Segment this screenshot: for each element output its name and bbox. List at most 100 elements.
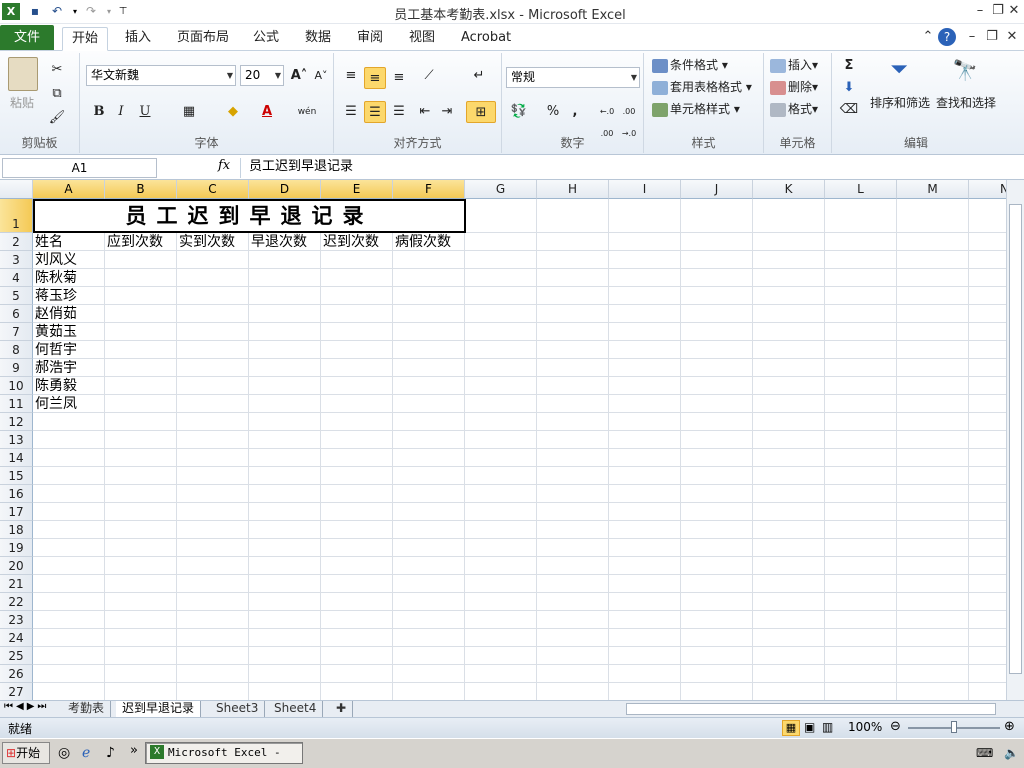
column-header-B[interactable]: B bbox=[105, 180, 177, 199]
row-header-22[interactable]: 22 bbox=[0, 593, 33, 611]
vertical-scrollbar[interactable] bbox=[1006, 180, 1024, 700]
align-bottom-icon[interactable]: ≡ bbox=[388, 67, 410, 89]
row-header-16[interactable]: 16 bbox=[0, 485, 33, 503]
column-header-M[interactable]: M bbox=[897, 180, 969, 199]
border-icon[interactable]: ▦ bbox=[178, 101, 200, 123]
employee-name-cell[interactable]: 陈勇毅 bbox=[33, 377, 77, 395]
column-header-E[interactable]: E bbox=[321, 180, 393, 199]
sheet-tab-sheet4[interactable]: Sheet4 bbox=[268, 701, 324, 717]
column-header-J[interactable]: J bbox=[681, 180, 753, 199]
sheet-tab-sheet3[interactable]: Sheet3 bbox=[210, 701, 266, 717]
sheet-tab-attendance[interactable]: 考勤表 bbox=[62, 701, 112, 717]
employee-name-cell[interactable]: 刘风义 bbox=[33, 251, 77, 269]
align-center-icon[interactable]: ☰ bbox=[364, 101, 386, 123]
font-size-select[interactable]: 20 ▼ bbox=[240, 65, 284, 86]
row-header-14[interactable]: 14 bbox=[0, 449, 33, 467]
column-header-A[interactable]: A bbox=[33, 180, 105, 199]
keyboard-tray-icon[interactable]: ⌨ bbox=[976, 746, 993, 760]
tab-formulas[interactable]: 公式 bbox=[244, 27, 288, 51]
zoom-slider-thumb[interactable] bbox=[951, 721, 957, 733]
employee-name-cell[interactable]: 郝浩宇 bbox=[33, 359, 77, 377]
employee-name-cell[interactable]: 陈秋菊 bbox=[33, 269, 77, 287]
row-header-8[interactable]: 8 bbox=[0, 341, 33, 359]
tab-file[interactable]: 文件 bbox=[0, 25, 55, 50]
decrease-indent-icon[interactable]: ⇤ bbox=[414, 101, 436, 123]
select-all-corner[interactable] bbox=[0, 180, 33, 199]
row-header-6[interactable]: 6 bbox=[0, 305, 33, 323]
tab-view[interactable]: 视图 bbox=[400, 27, 444, 51]
employee-name-cell[interactable]: 黄茹玉 bbox=[33, 323, 77, 341]
tab-insert[interactable]: 插入 bbox=[116, 27, 160, 51]
row-header-19[interactable]: 19 bbox=[0, 539, 33, 557]
format-painter-icon[interactable]: 🖌 bbox=[46, 107, 68, 129]
row-header-23[interactable]: 23 bbox=[0, 611, 33, 629]
column-header-G[interactable]: G bbox=[465, 180, 537, 199]
cell-styles-button[interactable]: 单元格样式 ▾ bbox=[652, 99, 740, 119]
zoom-level[interactable]: 100% bbox=[848, 720, 882, 734]
employee-name-cell[interactable]: 蒋玉珍 bbox=[33, 287, 77, 305]
insert-cells-button[interactable]: 插入▾ bbox=[770, 55, 818, 75]
save-icon[interactable]: ▪ bbox=[26, 3, 44, 20]
column-header-K[interactable]: K bbox=[753, 180, 825, 199]
header-cell[interactable]: 实到次数 bbox=[177, 233, 235, 251]
customize-qat-icon[interactable]: ⊤ bbox=[114, 3, 132, 20]
new-sheet-icon[interactable]: ✚ bbox=[330, 701, 354, 717]
clear-icon[interactable]: ⌫ bbox=[838, 99, 860, 121]
merge-center-icon[interactable]: ⊞ bbox=[466, 101, 496, 123]
delete-cells-button[interactable]: 删除▾ bbox=[770, 77, 818, 97]
vertical-scroll-thumb[interactable] bbox=[1009, 204, 1022, 674]
find-select-button[interactable]: 查找和选择 bbox=[936, 93, 996, 113]
taskbar-excel-item[interactable]: X Microsoft Excel - ... bbox=[145, 742, 303, 768]
zoom-out-icon[interactable]: ⊖ bbox=[890, 719, 901, 734]
row-header-24[interactable]: 24 bbox=[0, 629, 33, 647]
header-cell[interactable]: 姓名 bbox=[33, 233, 63, 251]
row-header-4[interactable]: 4 bbox=[0, 269, 33, 287]
table-format-button[interactable]: 套用表格格式 ▾ bbox=[652, 77, 752, 97]
row-header-25[interactable]: 25 bbox=[0, 647, 33, 665]
minimize-icon[interactable]: – bbox=[970, 2, 990, 20]
align-middle-icon[interactable]: ≡ bbox=[364, 67, 386, 89]
name-box[interactable]: A1 bbox=[2, 158, 157, 178]
align-left-icon[interactable]: ☰ bbox=[340, 101, 362, 123]
tab-home[interactable]: 开始 bbox=[62, 27, 109, 51]
formula-input[interactable]: 员工迟到早退记录 bbox=[240, 158, 1014, 178]
row-header-13[interactable]: 13 bbox=[0, 431, 33, 449]
sheet-tab-late-early[interactable]: 迟到早退记录 bbox=[116, 701, 202, 717]
percent-button[interactable]: % bbox=[542, 101, 564, 123]
increase-indent-icon[interactable]: ⇥ bbox=[436, 101, 458, 123]
cut-icon[interactable]: ✂ bbox=[46, 59, 68, 81]
orientation-icon[interactable]: ⟋ bbox=[418, 65, 440, 87]
row-header-18[interactable]: 18 bbox=[0, 521, 33, 539]
number-format-select[interactable]: 常规 ▼ bbox=[506, 67, 640, 88]
currency-icon[interactable]: 💱 bbox=[508, 101, 530, 123]
employee-name-cell[interactable]: 何哲宇 bbox=[33, 341, 77, 359]
volume-tray-icon[interactable]: 🔈 bbox=[1004, 746, 1019, 760]
decrease-decimal-button[interactable]: .00 →.0 bbox=[618, 101, 640, 138]
sort-filter-button[interactable]: 排序和筛选 bbox=[870, 93, 930, 113]
row-header-9[interactable]: 9 bbox=[0, 359, 33, 377]
bold-button[interactable]: B bbox=[88, 101, 110, 123]
row-header-2[interactable]: 2 bbox=[0, 233, 33, 251]
row-header-21[interactable]: 21 bbox=[0, 575, 33, 593]
ribbon-collapse-icon[interactable]: ⌃ bbox=[918, 28, 938, 46]
help-icon[interactable]: ? bbox=[938, 28, 956, 46]
row-header-26[interactable]: 26 bbox=[0, 665, 33, 683]
paste-button[interactable]: 粘贴 bbox=[10, 93, 34, 113]
doc-close-icon[interactable]: ✕ bbox=[1002, 28, 1022, 46]
column-header-D[interactable]: D bbox=[249, 180, 321, 199]
row-header-3[interactable]: 3 bbox=[0, 251, 33, 269]
row-header-20[interactable]: 20 bbox=[0, 557, 33, 575]
align-top-icon[interactable]: ≡ bbox=[340, 65, 362, 87]
row-header-12[interactable]: 12 bbox=[0, 413, 33, 431]
font-color-button[interactable]: A bbox=[256, 101, 278, 123]
row-header-1[interactable]: 1 bbox=[0, 199, 33, 233]
sheet-nav-icon[interactable]: ⏮◀▶⏭ bbox=[4, 701, 49, 712]
column-header-C[interactable]: C bbox=[177, 180, 249, 199]
row-header-17[interactable]: 17 bbox=[0, 503, 33, 521]
paste-icon[interactable] bbox=[8, 57, 38, 91]
sheet-title-cell[interactable]: 员工迟到早退记录 bbox=[33, 199, 466, 233]
autosum-button[interactable]: Σ bbox=[838, 55, 860, 77]
zoom-in-icon[interactable]: ⊕ bbox=[1004, 719, 1015, 734]
employee-name-cell[interactable]: 赵俏茹 bbox=[33, 305, 77, 323]
header-cell[interactable]: 早退次数 bbox=[249, 233, 307, 251]
